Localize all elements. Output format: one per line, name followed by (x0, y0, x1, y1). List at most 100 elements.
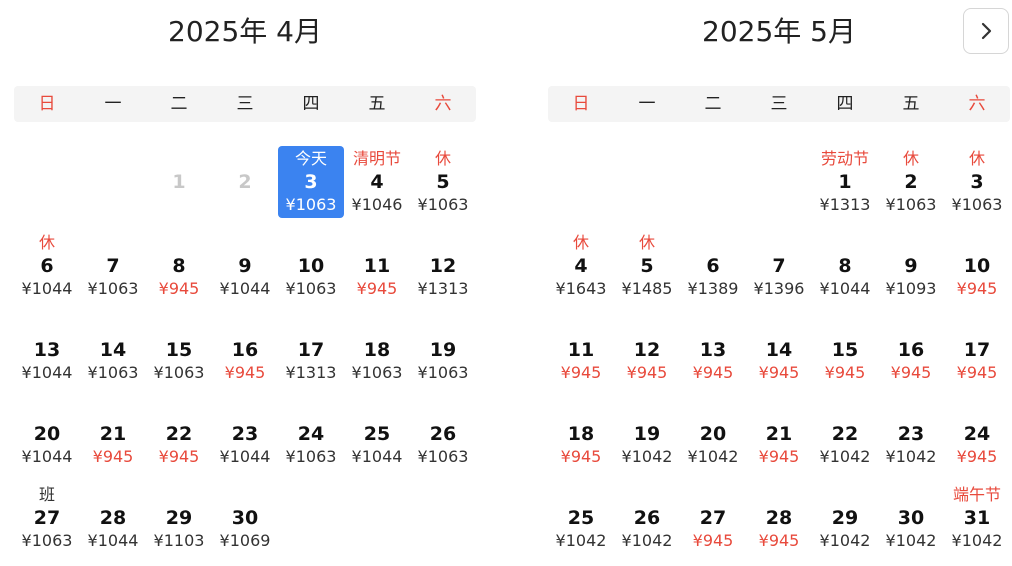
weekday-header: 日 一 二 三 四 五 六 (14, 86, 476, 122)
day-cell[interactable]: 24 ¥1063 (278, 396, 344, 480)
day-cell[interactable]: 26 ¥1063 (410, 396, 476, 480)
day-cell[interactable]: 休 5 ¥1063 (410, 144, 476, 228)
day-cell[interactable]: 29 ¥1103 (146, 480, 212, 564)
day-cell[interactable]: 10 ¥945 (944, 228, 1010, 312)
day-price: ¥1313 (285, 363, 337, 382)
day-cell[interactable]: 8 ¥945 (146, 228, 212, 312)
day-cell[interactable]: 21 ¥945 (746, 396, 812, 480)
day-cell[interactable]: 19 ¥1042 (614, 396, 680, 480)
day-cell[interactable]: 22 ¥1042 (812, 396, 878, 480)
day-cell[interactable]: 25 ¥1042 (548, 480, 614, 564)
day-price: ¥945 (758, 531, 800, 550)
day-number: 24 (963, 423, 991, 445)
day-cell[interactable]: 休 5 ¥1485 (614, 228, 680, 312)
day-price: ¥1063 (951, 195, 1003, 214)
empty-cell (80, 144, 146, 228)
day-cell[interactable]: 19 ¥1063 (410, 312, 476, 396)
day-cell-today[interactable]: 今天 3 ¥1063 (278, 144, 344, 228)
day-cell[interactable]: 清明节 4 ¥1046 (344, 144, 410, 228)
day-number: 17 (963, 339, 991, 361)
day-cell[interactable]: 休 3 ¥1063 (944, 144, 1010, 228)
day-cell[interactable]: 10 ¥1063 (278, 228, 344, 312)
day-number: 9 (904, 255, 918, 277)
day-cell[interactable]: 17 ¥945 (944, 312, 1010, 396)
day-cell[interactable]: 13 ¥1044 (14, 312, 80, 396)
next-month-button[interactable] (963, 8, 1009, 54)
day-cell[interactable]: 15 ¥945 (812, 312, 878, 396)
day-number: 13 (699, 339, 727, 361)
day-cell[interactable]: 26 ¥1042 (614, 480, 680, 564)
day-price: ¥1044 (21, 447, 73, 466)
day-price: ¥1643 (555, 279, 607, 298)
day-cell[interactable]: 端午节 31 ¥1042 (944, 480, 1010, 564)
day-cell[interactable]: 劳动节 1 ¥1313 (812, 144, 878, 228)
day-cell[interactable]: 24 ¥945 (944, 396, 1010, 480)
day-cell[interactable]: 23 ¥1042 (878, 396, 944, 480)
day-cell[interactable]: 班 27 ¥1063 (14, 480, 80, 564)
day-cell[interactable]: 14 ¥945 (746, 312, 812, 396)
day-cell[interactable]: 16 ¥945 (212, 312, 278, 396)
day-cell[interactable]: 18 ¥1063 (344, 312, 410, 396)
day-number: 9 (238, 255, 252, 277)
day-price: ¥1063 (417, 363, 469, 382)
weekday-tue: 二 (170, 94, 188, 114)
day-cell[interactable]: 休 2 ¥1063 (878, 144, 944, 228)
weekday-sat: 六 (968, 94, 986, 114)
weekday-mon: 一 (104, 94, 122, 114)
day-number: 19 (633, 423, 661, 445)
day-price: ¥1063 (87, 363, 139, 382)
day-cell[interactable]: 22 ¥945 (146, 396, 212, 480)
day-cell[interactable]: 12 ¥945 (614, 312, 680, 396)
day-cell[interactable]: 休 6 ¥1044 (14, 228, 80, 312)
holiday-tag: 休 (572, 233, 589, 252)
day-cell[interactable]: 18 ¥945 (548, 396, 614, 480)
month-title: 2025年 4月 (168, 15, 322, 48)
day-price: ¥1063 (417, 195, 469, 214)
day-cell[interactable]: 12 ¥1313 (410, 228, 476, 312)
day-price: ¥1042 (621, 447, 673, 466)
day-cell[interactable]: 15 ¥1063 (146, 312, 212, 396)
holiday-tag: 休 (38, 233, 55, 252)
day-cell[interactable]: 8 ¥1044 (812, 228, 878, 312)
day-cell[interactable]: 23 ¥1044 (212, 396, 278, 480)
day-number: 6 (40, 255, 54, 277)
day-price: ¥1044 (351, 447, 403, 466)
holiday-tag: 休 (638, 233, 655, 252)
day-cell[interactable]: 27 ¥945 (680, 480, 746, 564)
day-cell[interactable]: 休 4 ¥1643 (548, 228, 614, 312)
day-cell[interactable]: 20 ¥1042 (680, 396, 746, 480)
day-cell[interactable]: 30 ¥1069 (212, 480, 278, 564)
day-cell[interactable]: 11 ¥945 (344, 228, 410, 312)
day-cell[interactable]: 9 ¥1044 (212, 228, 278, 312)
day-number: 12 (633, 339, 661, 361)
day-cell[interactable]: 9 ¥1093 (878, 228, 944, 312)
day-price: ¥1389 (687, 279, 739, 298)
day-price: ¥1063 (285, 279, 337, 298)
day-cell[interactable]: 14 ¥1063 (80, 312, 146, 396)
day-cell[interactable]: 21 ¥945 (80, 396, 146, 480)
day-price: ¥945 (692, 363, 734, 382)
day-cell[interactable]: 13 ¥945 (680, 312, 746, 396)
day-number: 7 (772, 255, 786, 277)
day-cell[interactable]: 28 ¥945 (746, 480, 812, 564)
day-price: ¥1046 (351, 195, 403, 214)
day-cell[interactable]: 11 ¥945 (548, 312, 614, 396)
day-number: 18 (363, 339, 391, 361)
empty-cell (614, 144, 680, 228)
day-cell[interactable]: 20 ¥1044 (14, 396, 80, 480)
day-cell[interactable]: 6 ¥1389 (680, 228, 746, 312)
day-cell[interactable]: 30 ¥1042 (878, 480, 944, 564)
day-cell[interactable]: 7 ¥1063 (80, 228, 146, 312)
day-cell[interactable]: 28 ¥1044 (80, 480, 146, 564)
day-number: 16 (897, 339, 925, 361)
day-number: 15 (831, 339, 859, 361)
day-price: ¥1042 (951, 531, 1003, 550)
day-cell[interactable]: 17 ¥1313 (278, 312, 344, 396)
day-cell[interactable]: 7 ¥1396 (746, 228, 812, 312)
day-price: ¥945 (626, 363, 668, 382)
day-cell[interactable]: 29 ¥1042 (812, 480, 878, 564)
day-number: 16 (231, 339, 259, 361)
day-cell[interactable]: 16 ¥945 (878, 312, 944, 396)
day-price: ¥945 (890, 363, 932, 382)
day-cell[interactable]: 25 ¥1044 (344, 396, 410, 480)
